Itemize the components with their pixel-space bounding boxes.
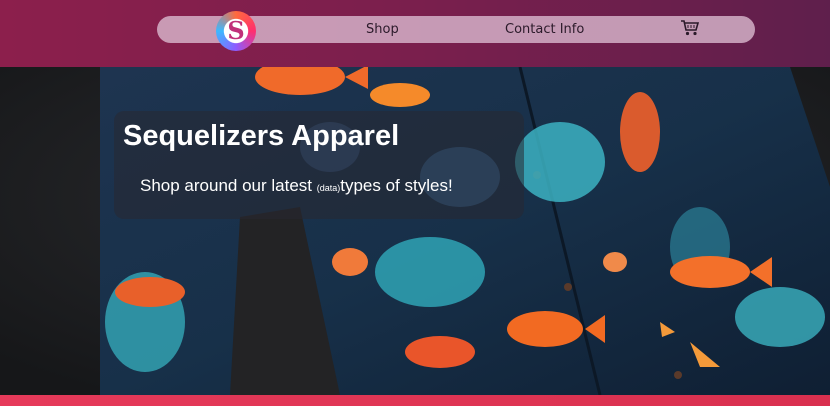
- brand-logo[interactable]: S: [216, 11, 256, 51]
- hero-subtitle-post: types of styles!: [340, 176, 453, 195]
- hero-title: Sequelizers Apparel: [123, 120, 400, 152]
- hero-subtitle: Shop around our latest (data)types of st…: [140, 176, 453, 196]
- shopping-cart-icon[interactable]: [680, 19, 700, 37]
- bottom-accent-bar: [0, 395, 830, 406]
- logo-letter: S: [227, 16, 245, 45]
- hero-subtitle-pre: Shop around our latest: [140, 176, 317, 195]
- nav-shop-link[interactable]: Shop: [366, 16, 399, 43]
- hero-subtitle-tag: (data): [316, 183, 341, 193]
- nav-contact-link[interactable]: Contact Info: [505, 16, 584, 43]
